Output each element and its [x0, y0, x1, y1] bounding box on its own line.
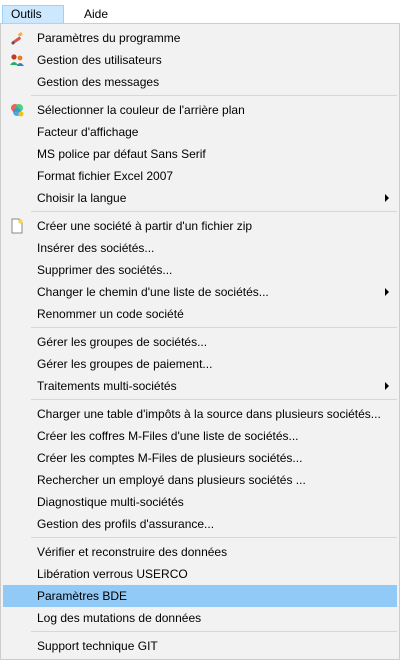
- menu-separator: [31, 95, 397, 96]
- menu-item-label: Rechercher un employé dans plusieurs soc…: [37, 473, 306, 487]
- menu-item-label: Gestion des profils d'assurance...: [37, 517, 215, 531]
- menu-item-label: Créer les comptes M-Files de plusieurs s…: [37, 451, 303, 465]
- menu-item-label: Gérer les groupes de sociétés...: [37, 335, 208, 349]
- menu-item-label: Gérer les groupes de paiement...: [37, 357, 213, 371]
- menu-item-selectionner-la-couleur-de-l-arriere-pla[interactable]: Sélectionner la couleur de l'arrière pla…: [3, 99, 397, 121]
- menu-item-label: Gestion des utilisateurs: [37, 53, 162, 67]
- menu-separator: [31, 211, 397, 212]
- submenu-arrow-icon: [385, 288, 389, 296]
- menu-item-creer-les-coffres-m-files-d-une-liste-de[interactable]: Créer les coffres M-Files d'une liste de…: [3, 425, 397, 447]
- menu-item-choisir-la-langue[interactable]: Choisir la langue: [3, 187, 397, 209]
- menu-item-traitements-multi-societes[interactable]: Traitements multi-sociétés: [3, 375, 397, 397]
- menu-item-inserer-des-societes[interactable]: Insérer des sociétés...: [3, 237, 397, 259]
- menu-item-label: Changer le chemin d'une liste de société…: [37, 285, 269, 299]
- menubar-outils[interactable]: Outils: [2, 5, 64, 24]
- menu-item-diagnostique-multi-societes[interactable]: Diagnostique multi-sociétés: [3, 491, 397, 513]
- menu-separator: [31, 399, 397, 400]
- menu-item-label: Format fichier Excel 2007: [37, 169, 174, 183]
- menu-item-creer-les-comptes-m-files-de-plusieurs-s[interactable]: Créer les comptes M-Files de plusieurs s…: [3, 447, 397, 469]
- menu-item-charger-une-table-d-impots-a-la-source-d[interactable]: Charger une table d'impôts à la source d…: [3, 403, 397, 425]
- menu-item-label: Paramètres du programme: [37, 31, 181, 45]
- menu-item-rechercher-un-employe-dans-plusieurs-soc[interactable]: Rechercher un employé dans plusieurs soc…: [3, 469, 397, 491]
- menu-separator: [31, 631, 397, 632]
- menu-separator: [31, 327, 397, 328]
- menu-item-label: MS police par défaut Sans Serif: [37, 147, 206, 161]
- menu-item-creer-une-societe-a-partir-d-un-fichier-[interactable]: Créer une société à partir d'un fichier …: [3, 215, 397, 237]
- menu-item-label: Vérifier et reconstruire des données: [37, 545, 228, 559]
- menu-item-label: Log des mutations de données: [37, 611, 202, 625]
- menu-item-gestion-des-profils-d-assurance[interactable]: Gestion des profils d'assurance...: [3, 513, 397, 535]
- menu-item-label: Créer les coffres M-Files d'une liste de…: [37, 429, 299, 443]
- color-palette-icon: [9, 102, 25, 118]
- menu-item-changer-le-chemin-d-une-liste-de-societe[interactable]: Changer le chemin d'une liste de société…: [3, 281, 397, 303]
- menu-item-label: Insérer des sociétés...: [37, 241, 155, 255]
- menu-item-ms-police-par-defaut-sans-serif[interactable]: MS police par défaut Sans Serif: [3, 143, 397, 165]
- new-document-icon: [9, 218, 25, 234]
- menu-item-label: Support technique GIT: [37, 639, 158, 653]
- settings-wand-icon: [9, 30, 25, 46]
- menu-separator: [31, 537, 397, 538]
- menu-item-liberation-verrous-userco[interactable]: Libération verrous USERCO: [3, 563, 397, 585]
- menu-item-gerer-les-groupes-de-societes[interactable]: Gérer les groupes de sociétés...: [3, 331, 397, 353]
- menu-item-verifier-et-reconstruire-des-donnees[interactable]: Vérifier et reconstruire des données: [3, 541, 397, 563]
- users-icon: [9, 52, 25, 68]
- menu-item-label: Sélectionner la couleur de l'arrière pla…: [37, 103, 245, 117]
- menu-item-label: Traitements multi-sociétés: [37, 379, 177, 393]
- menu-item-parametres-bde[interactable]: Paramètres BDE: [3, 585, 397, 607]
- menu-item-label: Diagnostique multi-sociétés: [37, 495, 184, 509]
- submenu-arrow-icon: [385, 382, 389, 390]
- menu-item-label: Libération verrous USERCO: [37, 567, 188, 581]
- menu-item-log-des-mutations-de-donnees[interactable]: Log des mutations de données: [3, 607, 397, 629]
- menu-item-support-technique-git[interactable]: Support technique GIT: [3, 635, 397, 657]
- menu-item-label: Renommer un code société: [37, 307, 184, 321]
- menubar-aide[interactable]: Aide: [76, 5, 120, 24]
- menu-item-label: Choisir la langue: [37, 191, 127, 205]
- menu-item-format-fichier-excel-2007[interactable]: Format fichier Excel 2007: [3, 165, 397, 187]
- submenu-arrow-icon: [385, 194, 389, 202]
- outils-dropdown-menu: Paramètres du programme Gestion des utili…: [0, 23, 400, 660]
- menu-item-label: Supprimer des sociétés...: [37, 263, 173, 277]
- menu-bar: Outils Aide: [0, 0, 400, 24]
- menu-item-supprimer-des-societes[interactable]: Supprimer des sociétés...: [3, 259, 397, 281]
- menu-item-label: Charger une table d'impôts à la source d…: [37, 407, 381, 421]
- menu-item-renommer-un-code-societe[interactable]: Renommer un code société: [3, 303, 397, 325]
- menu-item-label: Facteur d'affichage: [37, 125, 139, 139]
- menu-item-label: Gestion des messages: [37, 75, 160, 89]
- menu-item-label: Paramètres BDE: [37, 589, 128, 603]
- menu-item-gestion-des-utilisateurs[interactable]: Gestion des utilisateurs: [3, 49, 397, 71]
- menu-item-parametres-du-programme[interactable]: Paramètres du programme: [3, 27, 397, 49]
- menu-item-gerer-les-groupes-de-paiement[interactable]: Gérer les groupes de paiement...: [3, 353, 397, 375]
- menu-item-label: Créer une société à partir d'un fichier …: [37, 219, 253, 233]
- menu-item-facteur-d-affichage[interactable]: Facteur d'affichage: [3, 121, 397, 143]
- menu-item-gestion-des-messages[interactable]: Gestion des messages: [3, 71, 397, 93]
